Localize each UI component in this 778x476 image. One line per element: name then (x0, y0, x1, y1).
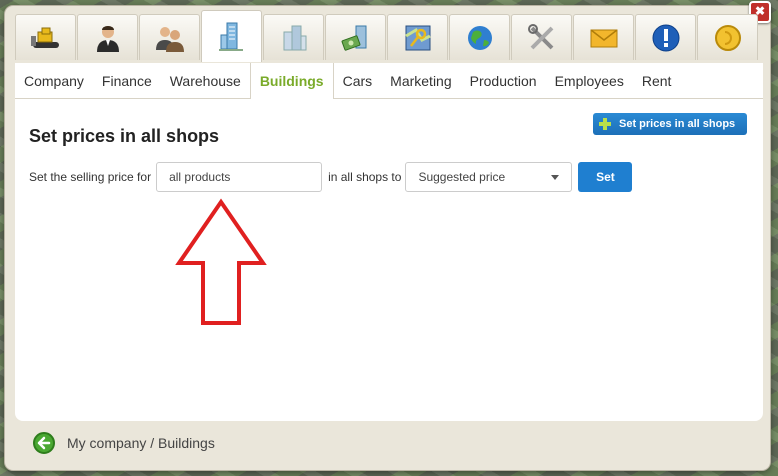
tab-buildings[interactable]: Buildings (249, 62, 334, 100)
red-up-arrow-annotation (175, 198, 267, 325)
bulldozer-icon (30, 27, 59, 48)
info-icon (652, 24, 679, 51)
icon-tab-skyscraper[interactable] (201, 10, 262, 62)
icon-tab-money-building[interactable] (325, 14, 386, 60)
tab-marketing[interactable]: Marketing (381, 63, 460, 99)
set-prices-all-shops-button[interactable]: Set prices in all shops (593, 113, 747, 135)
tab-warehouse[interactable]: Warehouse (161, 63, 250, 99)
mail-icon (590, 28, 617, 47)
tab-rent[interactable]: Rent (633, 63, 681, 99)
buildings-icon (283, 25, 306, 50)
back-button[interactable] (33, 432, 55, 454)
breadcrumb: My company / Buildings (67, 435, 215, 451)
icon-tab-bar (15, 10, 763, 64)
price-type-selected: Suggested price (418, 170, 506, 184)
people-icon (155, 26, 184, 52)
skyscraper-icon (218, 22, 243, 51)
price-form: Set the selling price for in all shops t… (29, 161, 633, 193)
price-type-select[interactable]: Suggested price (405, 162, 573, 192)
globe-icon (467, 25, 492, 50)
icon-tab-bulldozer[interactable] (15, 14, 76, 60)
set-prices-all-shops-label: Set prices in all shops (619, 118, 736, 130)
icon-tab-businessman[interactable] (77, 14, 138, 60)
icon-tab-people[interactable] (139, 14, 200, 60)
tab-finance[interactable]: Finance (93, 63, 161, 99)
money-building-icon (341, 25, 366, 51)
page-title: Set prices in all shops (29, 126, 220, 146)
icon-tab-coin[interactable] (697, 14, 758, 60)
plus-icon (599, 118, 611, 130)
coin-icon (714, 24, 741, 51)
icon-tab-globe[interactable] (449, 14, 510, 60)
content-panel: Set prices in all shops Set prices in al… (15, 99, 763, 421)
label-in-all-shops-to: in all shops to (328, 170, 402, 184)
icon-tab-tools[interactable] (511, 14, 572, 60)
arrow-left-icon (37, 436, 51, 450)
footer: My company / Buildings (33, 431, 215, 455)
icon-tab-buildings[interactable] (263, 14, 324, 60)
product-input[interactable] (156, 162, 323, 192)
icon-tab-mail[interactable] (573, 14, 634, 60)
map-key-icon (404, 25, 431, 50)
tab-production[interactable]: Production (461, 63, 546, 99)
set-button[interactable]: Set (578, 162, 633, 192)
icon-tab-map-key[interactable] (387, 14, 448, 60)
section-tab-bar: Company Finance Warehouse Buildings Cars… (15, 62, 763, 100)
businessman-icon (96, 25, 119, 52)
tab-cars[interactable]: Cars (334, 63, 382, 99)
chevron-down-icon (551, 174, 560, 180)
tab-company[interactable]: Company (15, 63, 93, 99)
label-selling-price-for: Set the selling price for (29, 170, 152, 184)
company-window: ✖ Company Finance Warehouse Buildings Ca… (5, 1, 771, 470)
icon-tab-info[interactable] (635, 14, 696, 60)
tools-icon (527, 23, 553, 49)
tab-employees[interactable]: Employees (546, 63, 633, 99)
